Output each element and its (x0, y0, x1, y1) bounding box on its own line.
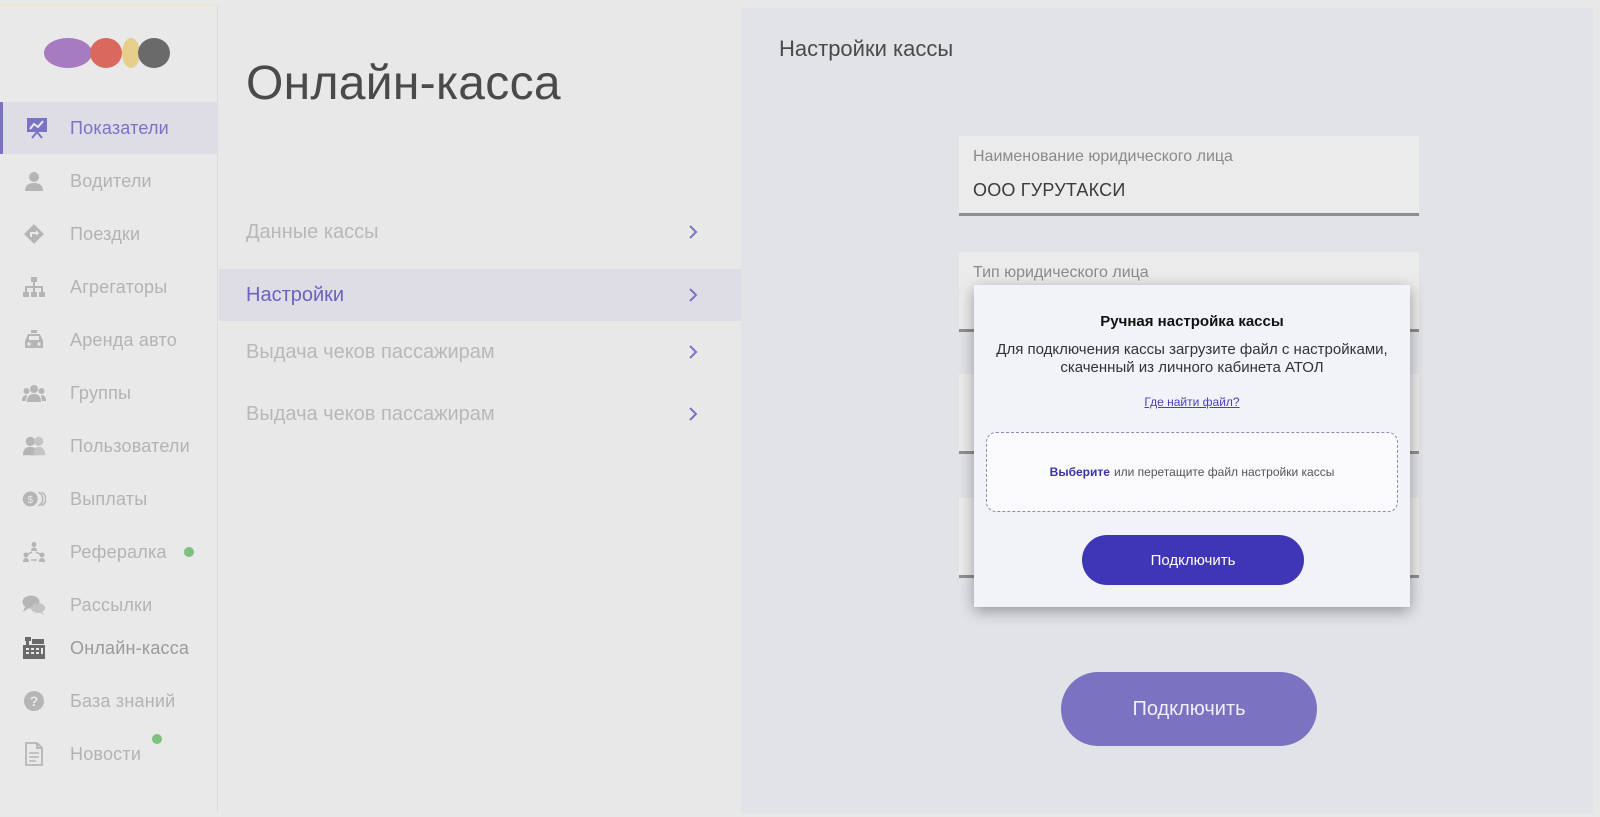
modal-connect-button[interactable]: Подключить (1082, 535, 1304, 585)
sidebar-item-referral[interactable]: Рефералка (0, 526, 218, 578)
panel-title: Настройки кассы (779, 36, 954, 61)
menu-item-settings[interactable]: Настройки (219, 269, 741, 321)
brand-logo[interactable] (44, 34, 176, 70)
referral-icon (22, 539, 46, 565)
coins-icon: $ (22, 486, 46, 512)
modal-description: Для подключения кассы загрузите файл с н… (996, 341, 1388, 376)
menu-item-label: Выдача чеков пассажирам (246, 341, 495, 363)
sidebar-item-payouts[interactable]: $ Выплаты (0, 473, 218, 525)
svg-text:?: ? (30, 693, 39, 709)
sidebar-item-label: Агрегаторы (70, 277, 168, 297)
sidebar-item-groups[interactable]: Группы (0, 367, 218, 419)
notification-dot (184, 547, 194, 557)
document-icon (22, 741, 46, 767)
sidebar-item-trips[interactable]: Поездки (0, 208, 218, 260)
taxi-car-icon (22, 327, 46, 353)
users-icon (22, 433, 46, 459)
manual-setup-modal: Ручная настройка кассы Для подключения к… (974, 285, 1410, 607)
sidebar-item-users[interactable]: Пользователи (0, 420, 218, 472)
file-dropzone[interactable]: Выберите или перетащите файл настройки к… (986, 432, 1398, 512)
menu-item-label: Данные кассы (246, 221, 379, 243)
group-icon (22, 380, 46, 406)
sidebar-item-label: Аренда авто (70, 330, 177, 350)
page-title: Онлайн-касса (246, 57, 561, 110)
sidebar-item-knowledge-base[interactable]: ? База знаний (0, 675, 218, 727)
chevron-right-icon (689, 225, 698, 239)
sidebar-item-label: Онлайн-касса (70, 638, 190, 658)
menu-item-passenger-receipts[interactable]: Выдача чеков пассажирам (219, 388, 741, 440)
menu-item-passenger-receipts[interactable]: Выдача чеков пассажирам (219, 326, 741, 378)
dropzone-text: или перетащите файл настройки кассы (1113, 465, 1335, 479)
sidebar: Показатели Водители Поездки Агрегаторы А… (0, 5, 218, 813)
where-find-file-link[interactable]: Где найти файл? (1144, 395, 1239, 409)
sidebar-item-label: Водители (70, 171, 152, 191)
legal-entity-name-field[interactable]: Наименование юридического лица ООО ГУРУТ… (959, 136, 1419, 216)
notification-dot (152, 734, 162, 744)
field-label: Наименование юридического лица (973, 148, 1233, 165)
modal-title: Ручная настройка кассы (1100, 313, 1284, 330)
connect-button[interactable]: Подключить (1061, 672, 1317, 746)
menu-item-cashbox-data[interactable]: Данные кассы (219, 206, 741, 258)
help-link-wrap: Где найти файл? (974, 395, 1410, 409)
route-sign-icon (22, 221, 46, 247)
svg-text:$: $ (28, 495, 34, 506)
chevron-right-icon (689, 407, 698, 421)
help-circle-icon: ? (22, 688, 46, 714)
sidebar-item-label: Поездки (70, 224, 141, 244)
field-label: Тип юридического лица (973, 264, 1149, 281)
hierarchy-icon (22, 274, 46, 300)
sidebar-item-news[interactable]: Новости (0, 728, 218, 780)
menu-item-label: Настройки (246, 284, 345, 306)
sidebar-item-aggregators[interactable]: Агрегаторы (0, 261, 218, 313)
choose-file-link[interactable]: Выберите (1050, 465, 1110, 479)
chevron-right-icon (689, 345, 698, 359)
field-value: ООО ГУРУТАКСИ (973, 180, 1126, 200)
chat-bubbles-icon (22, 592, 46, 618)
presentation-chart-icon (25, 115, 49, 141)
sidebar-item-label: База знаний (70, 691, 176, 711)
sidebar-item-label: Группы (70, 383, 132, 403)
sidebar-item-label: Новости (70, 744, 142, 764)
chevron-right-icon (689, 288, 698, 302)
sidebar-item-drivers[interactable]: Водители (0, 155, 218, 207)
user-icon (22, 168, 46, 194)
menu-item-label: Выдача чеков пассажирам (246, 403, 495, 425)
sidebar-item-indicators[interactable]: Показатели (0, 102, 218, 154)
sidebar-item-online-cashbox[interactable]: Онлайн-касса (0, 622, 218, 674)
sidebar-item-label: Выплаты (70, 489, 148, 509)
sidebar-item-label: Пользователи (70, 436, 190, 456)
sidebar-item-label: Показатели (70, 118, 169, 138)
sidebar-item-label: Рефералка (70, 542, 167, 562)
sidebar-item-car-rental[interactable]: Аренда авто (0, 314, 218, 366)
cash-register-icon (22, 635, 46, 661)
